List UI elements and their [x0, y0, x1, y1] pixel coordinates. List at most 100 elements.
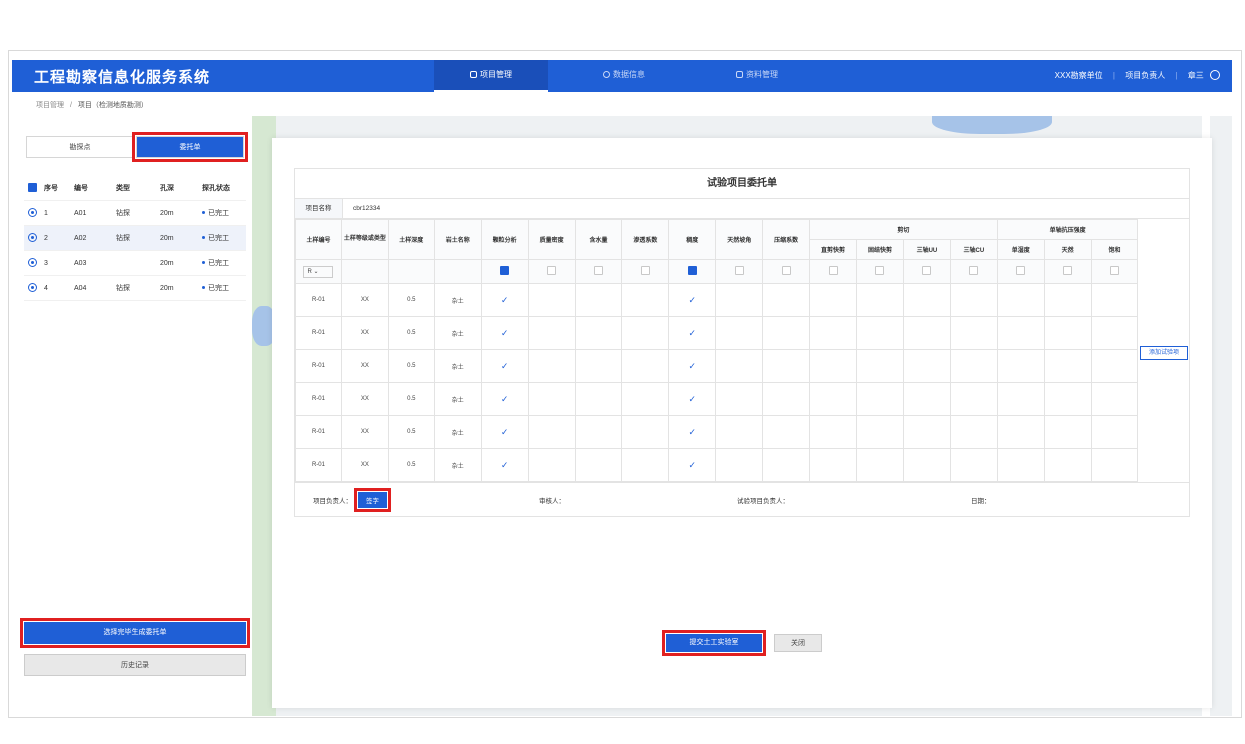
dialog-title: 试验项目委托单 [295, 169, 1189, 199]
check-icon: ✓ [500, 360, 509, 371]
row-radio[interactable] [28, 257, 37, 267]
table-row[interactable]: 3 A03 20m 已完工 [24, 251, 246, 276]
generate-commission-button[interactable]: 选择完毕生成委托单 [20, 618, 250, 648]
top-navigation-bar: 工程勘察信息化服务系统 项目管理 数据信息 资料管理 XXX勘察单位 | 项目负… [12, 60, 1232, 92]
th-permeability: 渗透系数 [621, 219, 670, 260]
particle-checkbox[interactable] [500, 266, 510, 275]
check-icon: ✓ [500, 294, 509, 305]
th-shear-1: 直剪快剪 [809, 239, 858, 260]
app-title: 工程勘察信息化服务系统 [34, 68, 211, 86]
add-test-item-button[interactable]: 添加试验项 [1140, 346, 1188, 360]
tab-survey-points[interactable]: 勘探点 [26, 136, 134, 158]
cell-code: A02 [74, 234, 87, 242]
th-uc-1: 单湿度 [996, 239, 1045, 260]
owner-field: 项目负责人： 签字 [295, 487, 529, 512]
document-icon [736, 71, 743, 78]
survey-point-table: 序号 编号 类型 孔深 探孔状态 1 A01 钻探 20m 已完工 2 A02 … [24, 176, 246, 301]
cell-sample-no: R-01 [295, 349, 342, 383]
sample-row: R-01 XX 0.5 杂土 ✓ ✓ [295, 349, 1190, 383]
user-name[interactable]: 章三 [1188, 71, 1204, 80]
project-name-row: 项目名称 cbr12334 [295, 199, 1189, 219]
cell-grade: XX [340, 382, 389, 416]
col-code: 编号 [74, 185, 88, 192]
sample-row: R-01 XX 0.5 杂土 ✓ ✓ [295, 415, 1190, 449]
check-icon: ✓ [688, 393, 697, 404]
avatar-icon[interactable] [1210, 70, 1220, 80]
th-compress: 压缩系数 [762, 219, 811, 260]
table-header: 序号 编号 类型 孔深 探孔状态 [24, 176, 246, 201]
nav-label: 项目管理 [480, 70, 512, 79]
cell-grade: XX [340, 415, 389, 449]
row-radio[interactable] [28, 232, 37, 242]
cell-soil: 杂土 [433, 316, 482, 350]
table-row[interactable]: 2 A02 钻探 20m 已完工 [24, 226, 246, 251]
water-checkbox[interactable] [593, 266, 603, 275]
tab-commission[interactable]: 委托单 [132, 132, 248, 162]
check-icon: ✓ [688, 360, 697, 371]
compress-checkbox[interactable] [781, 266, 791, 275]
uc-1-checkbox[interactable] [1016, 266, 1026, 275]
check-icon: ✓ [500, 393, 509, 404]
check-icon: ✓ [500, 327, 509, 338]
th-density: 质量密度 [527, 219, 576, 260]
shear-1-checkbox[interactable] [828, 266, 838, 275]
status-dot [202, 261, 205, 264]
row-radio[interactable] [28, 207, 37, 217]
repose-checkbox[interactable] [734, 266, 744, 275]
cell-no: 4 [44, 284, 48, 292]
cell-depth: 0.5 [387, 349, 435, 383]
date-label: 日期： [971, 497, 991, 505]
density-checkbox[interactable] [547, 266, 557, 275]
select-all-row: R ⌄ [295, 259, 1190, 284]
shear-2-checkbox[interactable] [875, 266, 885, 275]
table-row[interactable]: 4 A04 钻探 20m 已完工 [24, 276, 246, 301]
commission-form: 试验项目委托单 项目名称 cbr12334 土样编号 土样等级或类型 土样深度 … [294, 168, 1190, 517]
nav-tab-project[interactable]: 项目管理 [434, 60, 548, 92]
th-shear-2: 固结快剪 [856, 239, 904, 260]
check-icon: ✓ [688, 459, 697, 470]
cell-depth: 0.5 [387, 283, 435, 317]
ratio-checkbox[interactable] [687, 266, 697, 275]
cell-depth: 0.5 [387, 382, 435, 416]
sign-button[interactable]: 签字 [354, 487, 391, 512]
cell-depth: 20m [160, 209, 174, 217]
cell-soil: 杂土 [433, 448, 482, 482]
cell-depth: 20m [160, 259, 174, 267]
uc-2-checkbox[interactable] [1063, 266, 1073, 275]
permeability-checkbox[interactable] [640, 266, 650, 275]
th-shear-4: 三轴CU [949, 239, 998, 260]
cell-status: 已完工 [208, 260, 229, 267]
nav-tab-data[interactable]: 数据信息 [567, 60, 681, 92]
close-button[interactable]: 关闭 [774, 634, 822, 652]
sample-prefix-select[interactable]: R ⌄ [303, 265, 334, 278]
history-button[interactable]: 历史记录 [24, 654, 246, 676]
check-icon: ✓ [500, 426, 509, 437]
row-radio[interactable] [28, 282, 37, 292]
breadcrumb-root[interactable]: 项目管理 [36, 102, 64, 109]
cell-no: 3 [44, 259, 48, 267]
project-name-value: cbr12334 [353, 205, 381, 212]
select-all-checkbox[interactable] [28, 182, 37, 192]
uc-3-checkbox[interactable] [1110, 266, 1120, 275]
reviewer-label: 审核人： [539, 497, 565, 505]
th-shear-3: 三轴UU [902, 239, 951, 260]
cell-sample-no: R-01 [295, 382, 342, 416]
cell-grade: XX [340, 349, 389, 383]
cell-grade: XX [340, 283, 389, 317]
th-repose: 天然坡角 [715, 219, 764, 260]
th-ratio: 稠度 [668, 219, 717, 260]
shear-4-checkbox[interactable] [969, 266, 979, 275]
th-particle: 颗粒分析 [480, 219, 529, 260]
nav-tab-docs[interactable]: 资料管理 [700, 60, 814, 92]
cell-depth: 20m [160, 234, 174, 242]
breadcrumb-current: 项目（检测地质勘测） [77, 102, 148, 109]
sample-row: R-01 XX 0.5 杂土 ✓ ✓ [295, 316, 1190, 350]
cell-code: A04 [74, 284, 87, 292]
map-water [932, 116, 1052, 134]
submit-to-lab-button[interactable]: 提交土工实验室 [662, 630, 766, 656]
nav-label: 数据信息 [613, 70, 645, 79]
cell-grade: XX [340, 316, 389, 350]
table-row[interactable]: 1 A01 钻探 20m 已完工 [24, 201, 246, 226]
shear-3-checkbox[interactable] [922, 266, 932, 275]
folder-icon [470, 71, 477, 78]
